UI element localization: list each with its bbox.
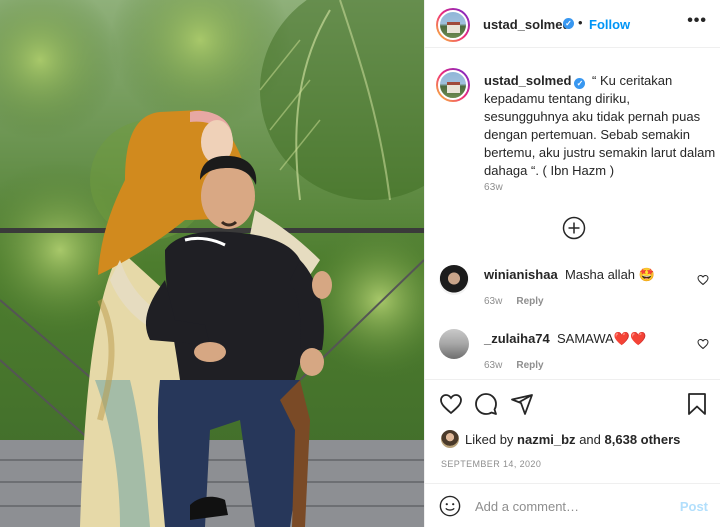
add-comment-bar: Post <box>425 483 720 527</box>
comment-text: SAMAWA❤️❤️ <box>557 331 647 346</box>
post-date[interactable]: SEPTEMBER 14, 2020 <box>441 459 541 469</box>
follow-button[interactable]: Follow <box>589 17 630 32</box>
post-side-panel: ustad_solmed ✓ • Follow ••• ustad_solmed… <box>424 0 720 527</box>
comment-text: Masha allah 🤩 <box>564 267 655 282</box>
comment-icon[interactable] <box>474 392 498 416</box>
more-options-icon[interactable]: ••• <box>687 12 707 30</box>
liked-by-prefix: Liked by <box>465 432 514 447</box>
plus-circle-icon[interactable] <box>562 216 586 240</box>
commenter-avatar[interactable] <box>439 329 469 359</box>
likes-summary: Liked by nazmi_bz and 8,638 others <box>441 430 680 448</box>
likes-count[interactable]: 8,638 others <box>605 432 681 447</box>
comment-time[interactable]: 63w <box>484 296 502 307</box>
author-username[interactable]: ustad_solmed <box>483 17 570 32</box>
liker-avatar[interactable] <box>441 430 459 448</box>
comment-like-heart-icon[interactable] <box>697 338 709 350</box>
comment-meta: 63w Reply <box>484 296 544 307</box>
comment-time[interactable]: 63w <box>484 360 502 371</box>
share-icon[interactable] <box>510 392 534 416</box>
comment-text-line: winianishaa Masha allah 🤩 <box>484 267 655 283</box>
caption: ustad_solmed ✓ “ Ku ceritakan kepadamu te… <box>484 72 716 180</box>
verified-badge-icon: ✓ <box>563 18 574 29</box>
caption-verified-badge-icon: ✓ <box>574 78 586 89</box>
commenter-username[interactable]: winianishaa <box>484 267 558 282</box>
heart-icon[interactable] <box>439 392 463 416</box>
emoji-icon[interactable] <box>439 495 461 517</box>
comment-item: winianishaa Masha allah 🤩 63w Reply <box>425 262 720 322</box>
comment-text-line: _zulaiha74 SAMAWA❤️❤️ <box>484 331 646 347</box>
post-header: ustad_solmed ✓ • Follow ••• <box>425 0 720 48</box>
comment-like-heart-icon[interactable] <box>697 274 709 286</box>
post-comment-button[interactable]: Post <box>680 499 708 514</box>
liked-by-user[interactable]: nazmi_bz <box>517 432 576 447</box>
caption-author-username[interactable]: ustad_solmed <box>484 73 571 88</box>
post-photo[interactable] <box>0 0 424 527</box>
couple-photo-illustration <box>0 0 424 527</box>
comment-input[interactable] <box>475 496 665 516</box>
reply-button[interactable]: Reply <box>516 360 543 371</box>
comment-meta: 63w Reply <box>484 360 544 371</box>
caption-text: “ Ku ceritakan kepadamu tentang diriku, … <box>484 73 716 178</box>
header-separator: • <box>578 15 583 30</box>
liked-by-and: and <box>579 432 601 447</box>
commenter-username[interactable]: _zulaiha74 <box>484 331 550 346</box>
reply-button[interactable]: Reply <box>516 296 543 307</box>
commenter-avatar[interactable] <box>439 265 469 295</box>
author-avatar[interactable] <box>436 8 470 42</box>
bookmark-icon[interactable] <box>685 392 709 416</box>
comment-item: _zulaiha74 SAMAWA❤️❤️ 63w Reply <box>425 326 720 386</box>
caption-timestamp[interactable]: 63w <box>484 182 503 193</box>
caption-author-avatar[interactable] <box>436 68 470 102</box>
